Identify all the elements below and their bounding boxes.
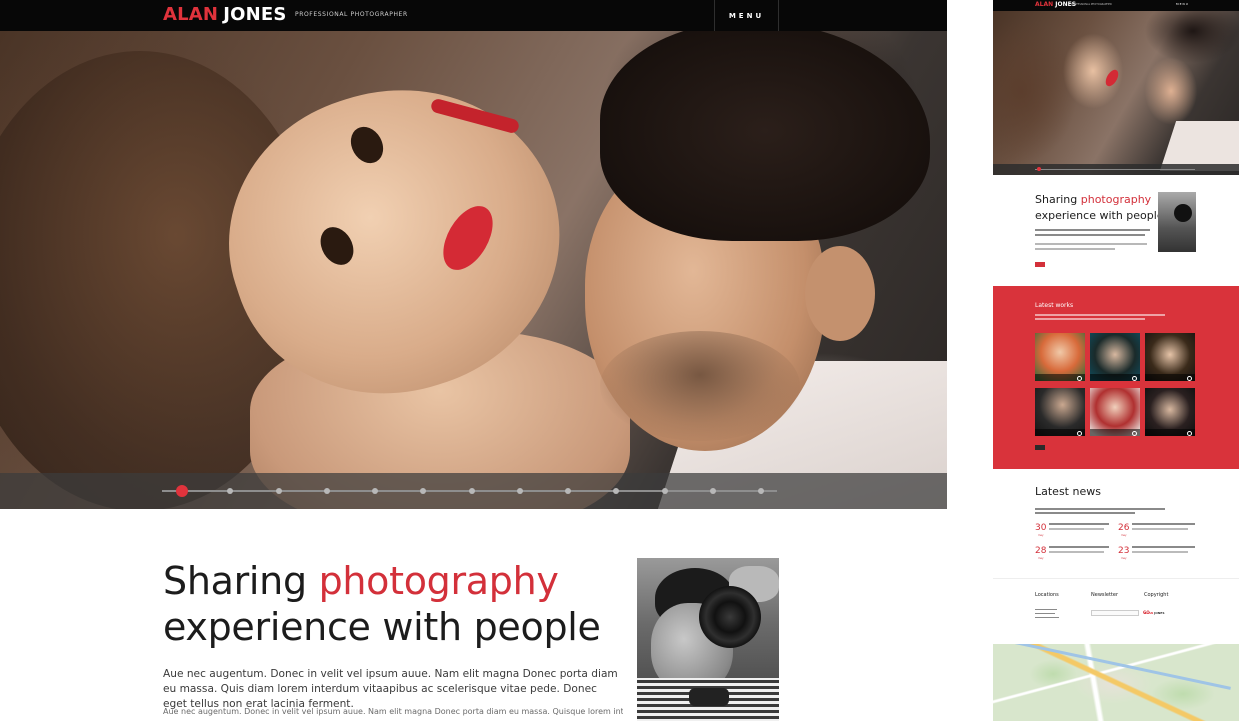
thumb-text-line [1132, 551, 1188, 553]
thumb-text-line [1049, 546, 1109, 548]
full-page-thumbnail[interactable]: ALAN JONES PROFESSIONAL PHOTOGRAPHER MEN… [993, 0, 1239, 721]
thumb-works-subtitle-line [1035, 314, 1165, 316]
thumb-hero-image [993, 11, 1239, 175]
thumb-work-image [1145, 333, 1195, 381]
thumb-read-more-button [1035, 262, 1045, 267]
thumb-text-line [1035, 234, 1145, 236]
thumb-top-bar [993, 0, 1239, 11]
thumb-work-image [1090, 333, 1140, 381]
thumb-works-button [1035, 445, 1045, 450]
thumb-slider-dot-active [1037, 167, 1041, 171]
thumb-news-day: 23 [1118, 546, 1130, 556]
intro-heading-part1: Sharing [163, 559, 319, 603]
thumb-work-image [1145, 388, 1195, 436]
thumb-work-image [1035, 333, 1085, 381]
thumb-work-caption [1035, 429, 1085, 436]
thumb-logo-first: ALAN [1035, 1, 1054, 8]
thumb-news-month: may [1038, 557, 1044, 560]
thumb-text-line [1132, 528, 1188, 530]
thumb-text-line [1035, 229, 1150, 231]
top-bar: ALAN JONES PROFESSIONAL PHOTOGRAPHER MENU [0, 0, 947, 31]
thumb-newsletter-input [1091, 610, 1139, 616]
thumb-work-image [1035, 388, 1085, 436]
slider-dot[interactable] [275, 488, 282, 494]
thumb-work-caption [1090, 429, 1140, 436]
logo-first-name: ALAN [163, 4, 219, 25]
thumb-footer-newsletter: Newsletter [1091, 592, 1119, 598]
hero-photo-detail [600, 31, 930, 241]
thumb-text-line [1035, 512, 1135, 514]
thumb-intro-heading: Sharing photography experience with peop… [1035, 192, 1164, 224]
slider-dot-active[interactable] [176, 485, 188, 497]
slider-dot[interactable] [661, 488, 668, 494]
thumb-text-line [1035, 243, 1147, 245]
thumb-map-river [1015, 644, 1231, 690]
thumb-news-month: may [1038, 534, 1044, 537]
thumb-photographer-image [1158, 192, 1196, 252]
thumb-work-image [1090, 388, 1140, 436]
thumb-news-day: 28 [1035, 546, 1047, 556]
photo-detail [689, 688, 729, 706]
main-preview: ALAN JONES PROFESSIONAL PHOTOGRAPHER MENU… [0, 0, 947, 721]
thumb-text-line [1132, 523, 1195, 525]
thumb-text-line [1035, 248, 1115, 250]
thumb-footer-copyright: Copyright [1144, 592, 1169, 598]
hero-photo-detail [805, 246, 875, 341]
thumb-work-caption [1035, 374, 1085, 381]
thumb-text-line [1035, 613, 1055, 614]
thumb-works-subtitle-line [1035, 318, 1145, 320]
thumb-text-line [1035, 508, 1165, 510]
slider-dot[interactable] [323, 488, 330, 494]
intro-body-text: Aue nec augentum. Donec in velit vel ips… [163, 707, 623, 716]
slider-dot[interactable] [709, 488, 716, 494]
thumb-footer-logo: ALAN JONES [1144, 611, 1165, 615]
menu-button[interactable]: MENU [714, 0, 779, 31]
site-tagline: PROFESSIONAL PHOTOGRAPHER [295, 11, 408, 18]
camera-lens [699, 586, 761, 648]
site-logo[interactable]: ALAN JONES [163, 4, 287, 26]
thumb-hero-detail [1103, 67, 1121, 89]
thumb-slider-track [1035, 169, 1195, 170]
thumb-works-title: Latest works [1035, 302, 1074, 309]
slider-dot[interactable] [758, 488, 764, 494]
thumb-news-month: may [1121, 534, 1127, 537]
thumb-text-line [1132, 546, 1195, 548]
intro-heading: Sharing photography experience with peop… [163, 558, 601, 650]
thumb-text-line [1035, 609, 1057, 610]
thumb-logo: ALAN JONES [1035, 1, 1076, 9]
hero-photo-detail [600, 331, 800, 441]
thumb-text-line [1049, 523, 1109, 525]
thumb-text-line [1035, 617, 1059, 618]
thumb-menu-label: MENU [1176, 2, 1189, 6]
thumb-news-title: Latest news [1035, 485, 1101, 498]
thumb-map [993, 644, 1239, 721]
thumb-news-day: 26 [1118, 523, 1130, 533]
slider-dot[interactable] [565, 488, 571, 494]
intro-heading-accent: photography [318, 559, 559, 603]
thumb-news-day: 30 [1035, 523, 1047, 533]
thumb-intro-part1: Sharing [1035, 193, 1081, 206]
thumb-tagline: PROFESSIONAL PHOTOGRAPHER [1071, 3, 1112, 6]
thumb-work-caption [1090, 374, 1140, 381]
template-preview: ALAN JONES PROFESSIONAL PHOTOGRAPHER MENU… [0, 0, 1239, 721]
slider-dot[interactable] [468, 488, 475, 494]
thumb-intro-line2: experience with people [1035, 209, 1164, 222]
thumb-work-caption [1145, 374, 1195, 381]
thumb-text-line [1049, 528, 1104, 530]
slider-dot[interactable] [372, 488, 378, 494]
hero-slider-image [0, 31, 947, 509]
thumb-intro-accent: photography [1080, 193, 1152, 206]
intro-heading-line2: experience with people [163, 605, 601, 649]
photographer-image [637, 558, 779, 721]
slider-dot[interactable] [516, 488, 523, 494]
logo-last-name: JONES [223, 4, 287, 25]
thumb-text-line [1049, 551, 1104, 553]
thumb-footer-logo-first: ALAN [1144, 611, 1154, 615]
thumb-footer-logo-last: JONES [1154, 611, 1165, 615]
thumb-work-caption [1145, 429, 1195, 436]
thumb-footer-locations: Locations [1035, 592, 1059, 598]
thumb-news-month: may [1121, 557, 1127, 560]
